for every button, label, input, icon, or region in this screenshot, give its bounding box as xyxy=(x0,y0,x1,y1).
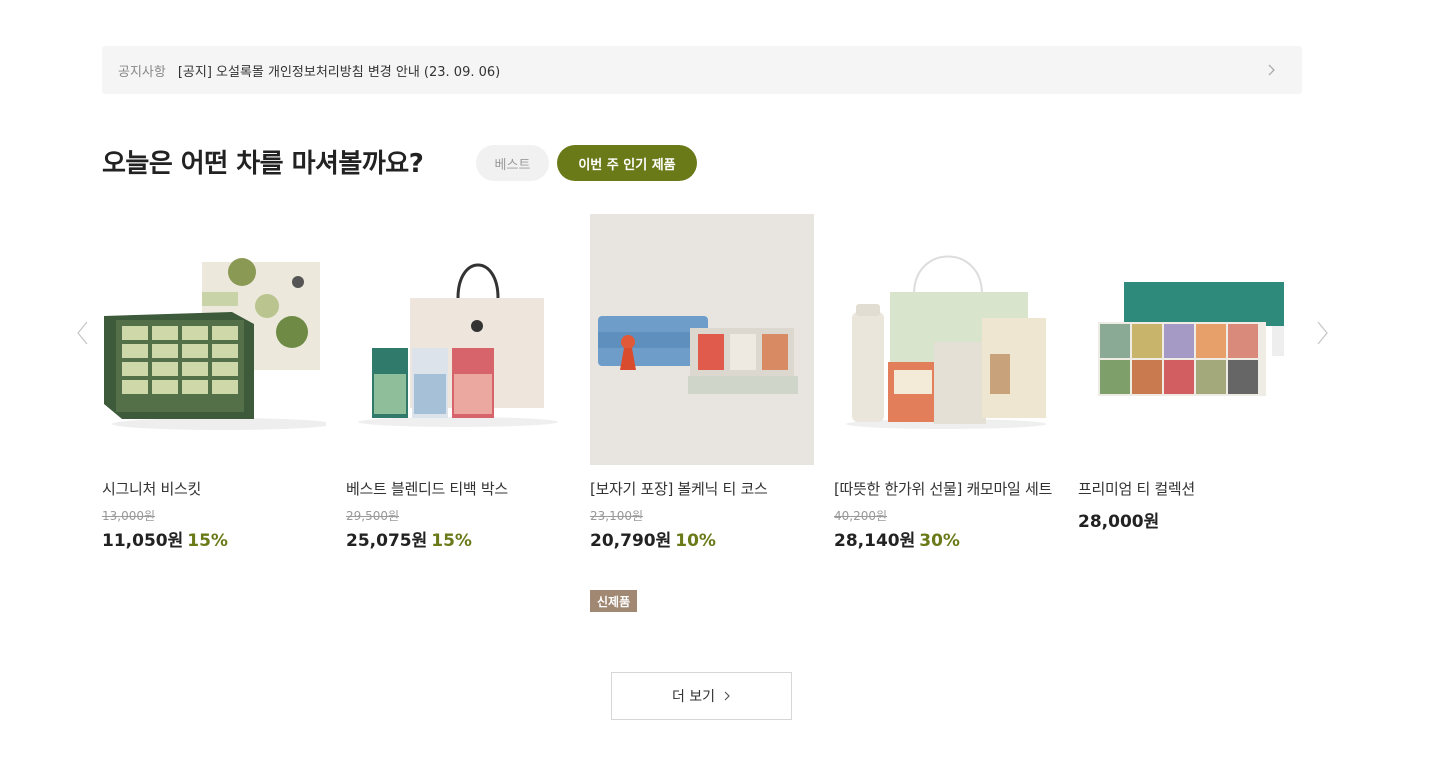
product-name[interactable]: 베스트 블렌디드 티백 박스 xyxy=(346,479,570,499)
product-card[interactable]: [보자기 포장] 볼케닉 티 코스 23,100원 20,790원 10% xyxy=(590,214,814,551)
product-image[interactable] xyxy=(590,214,814,465)
product-discount: 10% xyxy=(675,531,716,551)
product-discount: 15% xyxy=(187,531,228,551)
tab-weekly-popular[interactable]: 이번 주 인기 제품 xyxy=(557,145,697,181)
chevron-left-icon[interactable] xyxy=(73,318,93,348)
product-image[interactable] xyxy=(102,214,326,465)
product-price: 28,000원 xyxy=(1078,507,1302,532)
chevron-right-icon xyxy=(724,691,730,701)
product-image[interactable] xyxy=(1078,214,1302,465)
product-sale-price: 28,140원 xyxy=(834,531,916,551)
product-original-price: 13,000원 xyxy=(102,509,156,523)
more-button[interactable]: 더 보기 xyxy=(611,672,792,720)
product-discount: 30% xyxy=(919,531,960,551)
product-card[interactable]: [따뜻한 한가위 선물] 캐모마일 세트 40,200원 28,140원 30% xyxy=(834,214,1058,551)
product-name[interactable]: [보자기 포장] 볼케닉 티 코스 xyxy=(590,479,814,499)
product-original-price: 40,200원 xyxy=(834,509,888,523)
product-name[interactable]: 프리미엄 티 컬렉션 xyxy=(1078,479,1302,499)
product-original-price: 23,100원 xyxy=(590,509,644,523)
product-card[interactable]: 시그니처 비스킷 13,000원 11,050원 15% xyxy=(102,214,326,551)
product-name[interactable]: 시그니처 비스킷 xyxy=(102,479,326,499)
product-sale-price: 28,000원 xyxy=(1078,512,1160,532)
chevron-right-icon[interactable] xyxy=(1312,318,1332,348)
new-product-badge: 신제품 xyxy=(590,590,638,612)
product-sale-price: 11,050원 xyxy=(102,531,184,551)
product-sale-price: 20,790원 xyxy=(590,531,672,551)
tab-best[interactable]: 베스트 xyxy=(476,145,549,181)
product-card[interactable]: 베스트 블렌디드 티백 박스 29,500원 25,075원 15% xyxy=(346,214,570,551)
product-price: 11,050원 15% xyxy=(102,526,326,551)
section-title: 오늘은 어떤 차를 마셔볼까요? xyxy=(102,149,424,179)
product-image[interactable] xyxy=(834,214,1058,465)
product-price: 28,140원 30% xyxy=(834,526,1058,551)
product-image[interactable] xyxy=(346,214,570,465)
product-discount: 15% xyxy=(431,531,472,551)
notice-text[interactable]: [공지] 오설록몰 개인정보처리방침 변경 안내 (23. 09. 06) xyxy=(178,61,500,80)
product-sale-price: 25,075원 xyxy=(346,531,428,551)
product-price: 20,790원 10% xyxy=(590,526,814,551)
product-price: 25,075원 15% xyxy=(346,526,570,551)
notice-bar[interactable]: 공지사항 [공지] 오설록몰 개인정보처리방침 변경 안내 (23. 09. 0… xyxy=(102,46,1302,94)
product-original-price: 29,500원 xyxy=(346,509,400,523)
more-button-label: 더 보기 xyxy=(671,689,716,705)
product-name[interactable]: [따뜻한 한가위 선물] 캐모마일 세트 xyxy=(834,479,1058,499)
product-card[interactable]: 프리미엄 티 컬렉션 28,000원 xyxy=(1078,214,1302,532)
notice-label: 공지사항 xyxy=(118,64,166,80)
chevron-right-icon[interactable] xyxy=(1262,61,1280,79)
